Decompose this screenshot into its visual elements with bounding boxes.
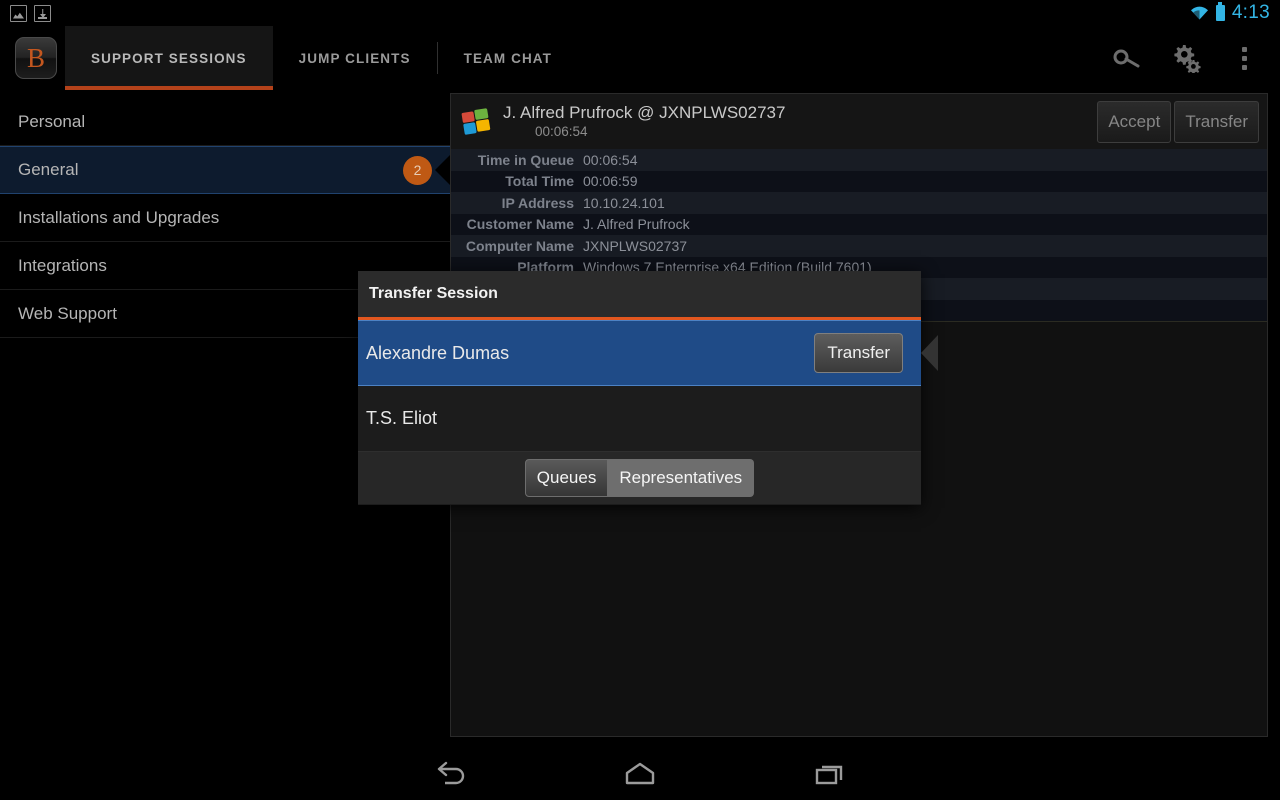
detail-value: JXNPLWS02737 (583, 237, 688, 254)
session-title: J. Alfred Prufrock @ JXNPLWS02737 (503, 103, 786, 123)
tab-support-sessions[interactable]: SUPPORT SESSIONS (65, 26, 273, 90)
transfer-session-dialog: Transfer Session Alexandre Dumas Transfe… (358, 271, 938, 505)
session-elapsed: 00:06:54 (535, 124, 588, 140)
detail-row: Customer Name J. Alfred Prufrock (451, 213, 1267, 235)
notification-icons (10, 4, 51, 22)
recents-icon[interactable] (800, 754, 860, 794)
screenshot-icon (10, 4, 27, 22)
status-bar-clock: 4:13 (1231, 2, 1270, 23)
action-bar: B SUPPORT SESSIONS JUMP CLIENTS TEAM CHA… (0, 26, 1280, 90)
dialog-footer: Queues Representatives (358, 452, 921, 504)
overflow-menu-icon[interactable] (1218, 26, 1270, 90)
session-header: J. Alfred Prufrock @ JXNPLWS02737 00:06:… (451, 94, 1267, 149)
windows-logo-icon (461, 107, 491, 136)
queue-label: Web Support (18, 303, 117, 323)
tab-team-chat[interactable]: TEAM CHAT (438, 26, 578, 90)
tab-label: SUPPORT SESSIONS (91, 50, 247, 66)
detail-value: 10.10.24.101 (583, 194, 665, 211)
android-status-bar: 4:13 (0, 0, 1280, 26)
segment-queues[interactable]: Queues (524, 459, 609, 497)
tab-label: TEAM CHAT (463, 50, 552, 66)
detail-value: J. Alfred Prufrock (583, 216, 690, 233)
detail-label: Time in Queue (477, 151, 574, 168)
dialog-title: Transfer Session (358, 271, 921, 317)
download-icon (34, 4, 51, 22)
queue-label: General (18, 160, 79, 179)
detail-row: Total Time 00:06:59 (451, 170, 1267, 192)
tab-bar: SUPPORT SESSIONS JUMP CLIENTS TEAM CHAT (65, 26, 578, 90)
detail-row: Computer Name JXNPLWS02737 (451, 235, 1267, 257)
selected-row-arrow (921, 335, 938, 371)
android-nav-bar (0, 747, 1280, 800)
row-transfer-button[interactable]: Transfer (814, 333, 903, 373)
key-icon[interactable] (1102, 26, 1154, 90)
detail-value: 00:06:54 (583, 151, 638, 168)
detail-value: 00:06:59 (583, 173, 638, 190)
representative-row-ts-eliot[interactable]: T.S. Eliot (358, 386, 921, 452)
action-bar-actions (1102, 26, 1280, 90)
session-actions: Accept Transfer (1097, 100, 1259, 143)
tab-label: JUMP CLIENTS (298, 50, 411, 66)
status-bar-right: 4:13 (1190, 2, 1270, 24)
back-icon[interactable] (420, 754, 480, 794)
battery-icon (1215, 5, 1225, 21)
representative-name: Alexandre Dumas (366, 342, 510, 363)
queue-item-installations-and-upgrades[interactable]: Installations and Upgrades (0, 194, 450, 242)
queue-selected-arrow (435, 154, 451, 186)
home-icon[interactable] (610, 754, 670, 794)
gear-icon[interactable] (1160, 26, 1212, 90)
detail-row: Time in Queue 00:06:54 (451, 149, 1267, 171)
segment-representatives[interactable]: Representatives (608, 459, 755, 497)
accept-button[interactable]: Accept (1097, 100, 1172, 143)
transfer-button[interactable]: Transfer (1174, 100, 1259, 143)
detail-label: Customer Name (466, 216, 574, 233)
representative-row-alexandre-dumas[interactable]: Alexandre Dumas Transfer (358, 320, 938, 386)
detail-label: Computer Name (465, 237, 574, 254)
detail-label: IP Address (501, 194, 574, 211)
tab-jump-clients[interactable]: JUMP CLIENTS (273, 26, 437, 90)
queue-item-personal[interactable]: Personal (0, 98, 450, 146)
queue-item-general[interactable]: General 2 (0, 146, 451, 194)
queue-badge: 2 (403, 155, 432, 185)
representative-name: T.S. Eliot (366, 408, 438, 428)
queue-label: Installations and Upgrades (18, 207, 220, 227)
wifi-icon (1190, 6, 1209, 20)
session-titles: J. Alfred Prufrock @ JXNPLWS02737 00:06:… (503, 102, 785, 141)
detail-row: IP Address 10.10.24.101 (451, 192, 1267, 214)
app-logo: B (15, 37, 57, 79)
queue-label: Personal (18, 111, 86, 131)
detail-label: Total Time (505, 173, 574, 190)
queue-label: Integrations (18, 255, 107, 275)
